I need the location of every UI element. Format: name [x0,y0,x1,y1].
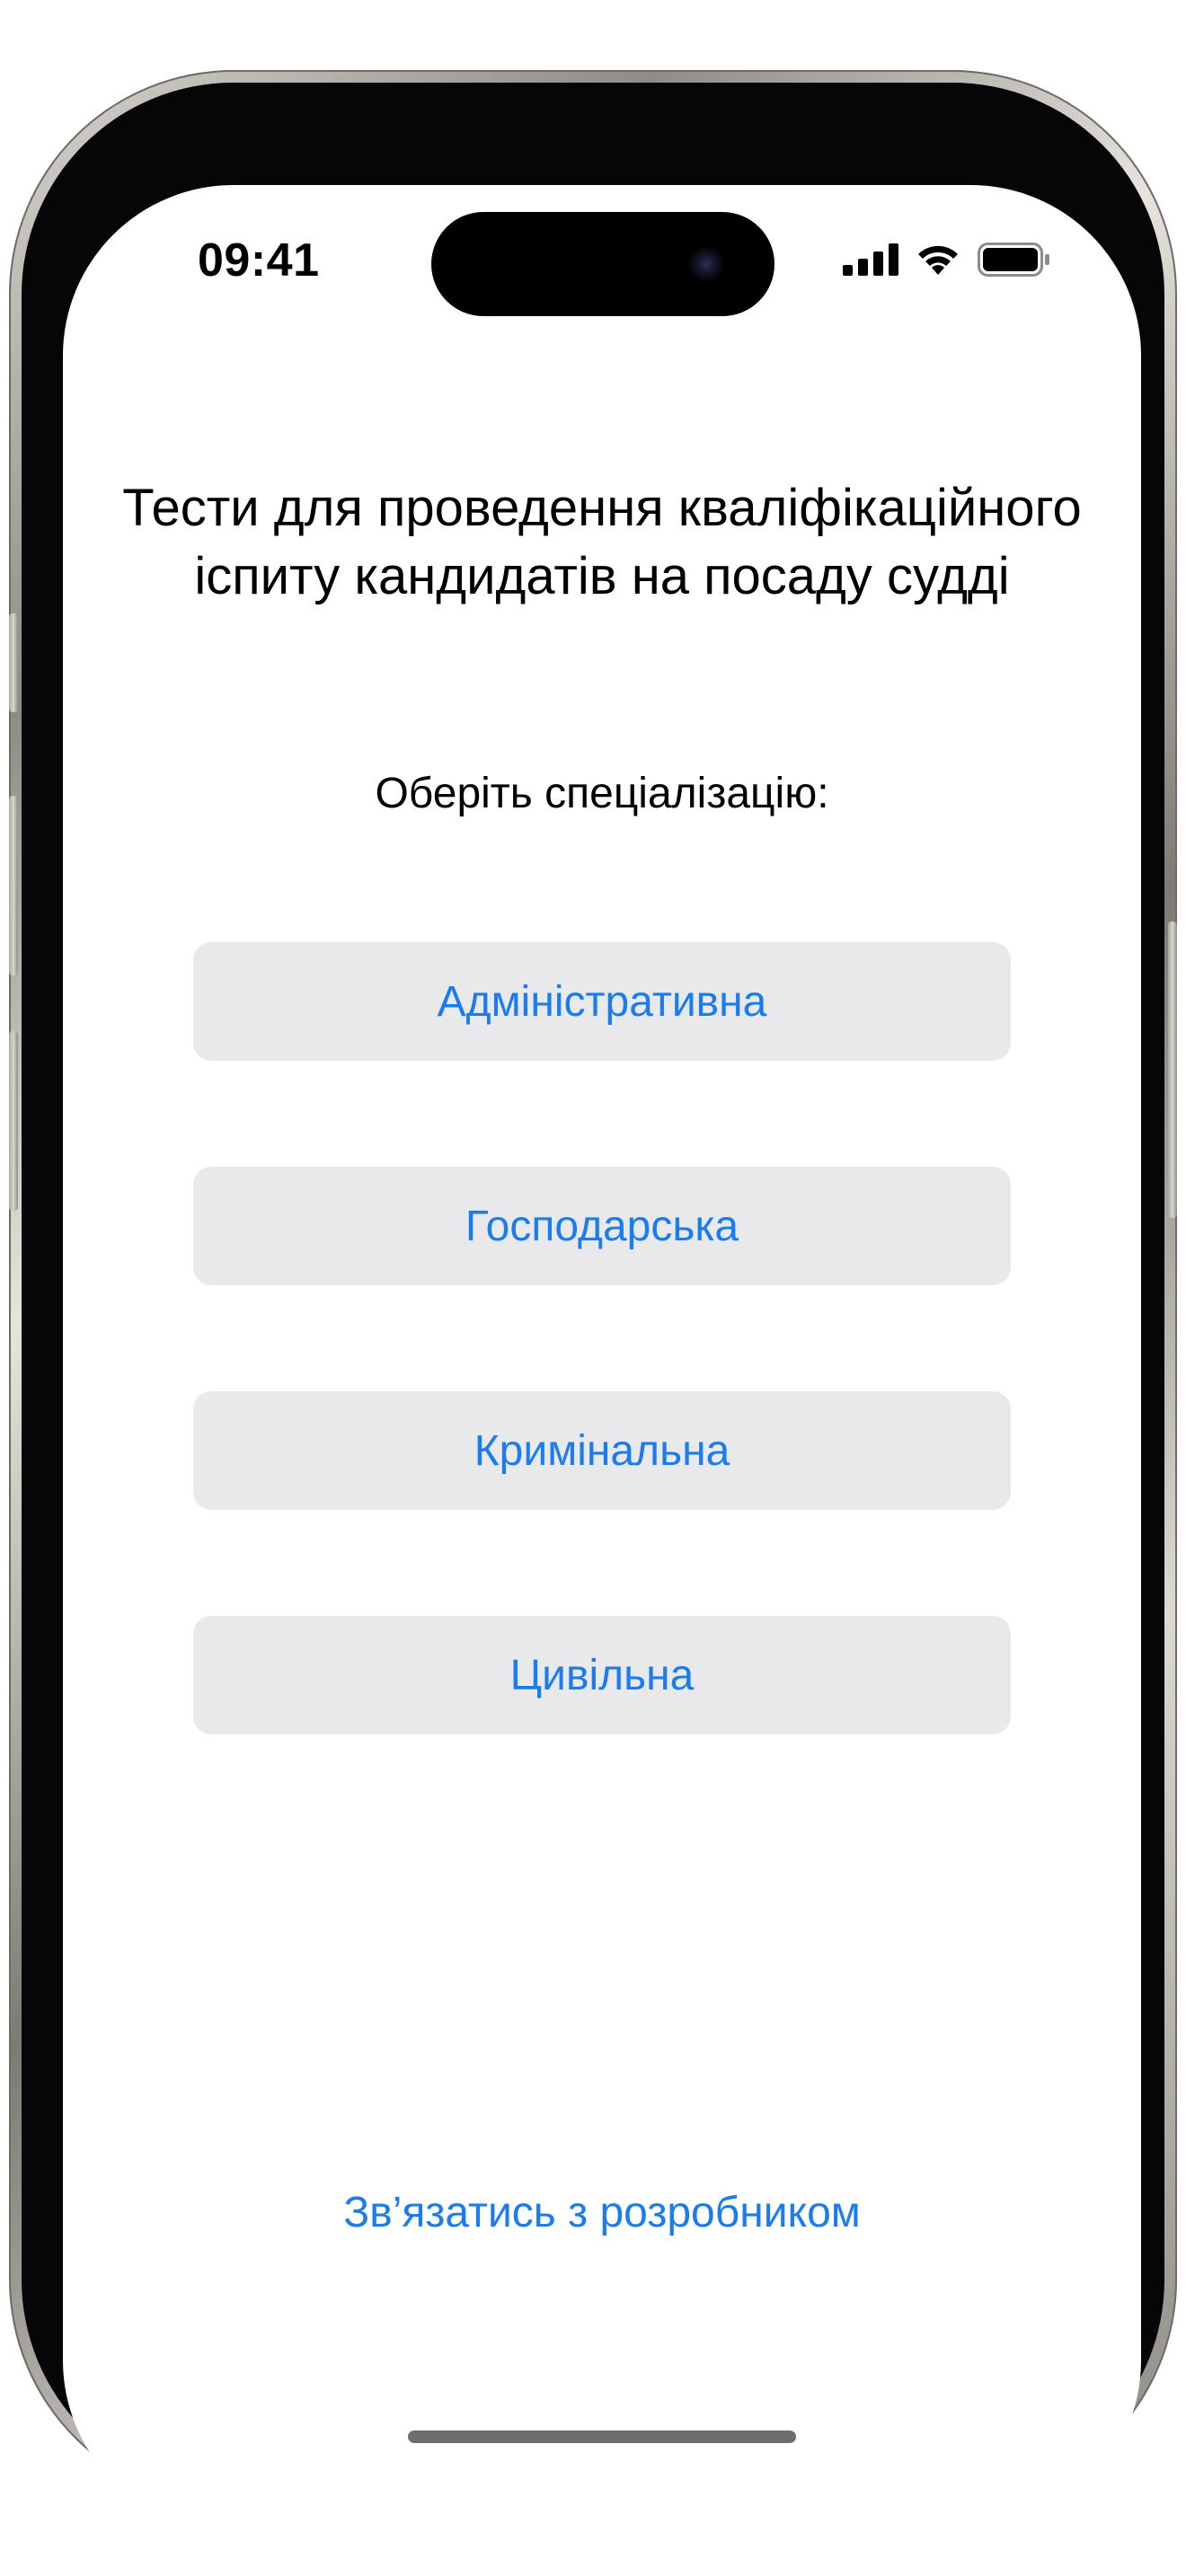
title-line-2: іспиту кандидатів на посаду судді [194,547,1010,605]
specialization-button-administrative[interactable]: Адміністративна [193,942,1011,1061]
phone-frame: 09:41 Тести для проведення кваліфікаційн… [9,70,1177,2531]
specialization-button-criminal[interactable]: Кримінальна [193,1391,1011,1510]
specialization-button-civil[interactable]: Цивільна [193,1616,1011,1734]
home-indicator[interactable] [408,2430,796,2443]
status-icons [843,243,1051,277]
status-bar: 09:41 [63,185,1141,329]
action-button [9,613,18,712]
status-time: 09:41 [198,234,320,287]
specialization-list: Адміністративна Господарська Кримінальна… [193,942,1011,1840]
front-camera-icon [688,246,724,282]
wifi-icon [918,245,958,275]
specialization-prompt: Оберіть спеціалізацію: [375,770,829,817]
page-title: Тести для проведення кваліфікаційного іс… [63,474,1141,611]
battery-icon [978,243,1049,277]
title-line-1: Тести для проведення кваліфікаційного [122,479,1082,537]
volume-up-button [9,796,18,975]
volume-down-button [9,1031,18,1211]
contact-developer-link[interactable]: Зв’язатись з розробником [63,2188,1141,2237]
power-button [1168,922,1177,1218]
dynamic-island [431,212,774,316]
cellular-signal-icon [843,243,898,276]
app-screen: 09:41 Тести для проведення кваліфікаційн… [63,185,1141,2531]
specialization-button-commercial[interactable]: Господарська [193,1167,1011,1285]
